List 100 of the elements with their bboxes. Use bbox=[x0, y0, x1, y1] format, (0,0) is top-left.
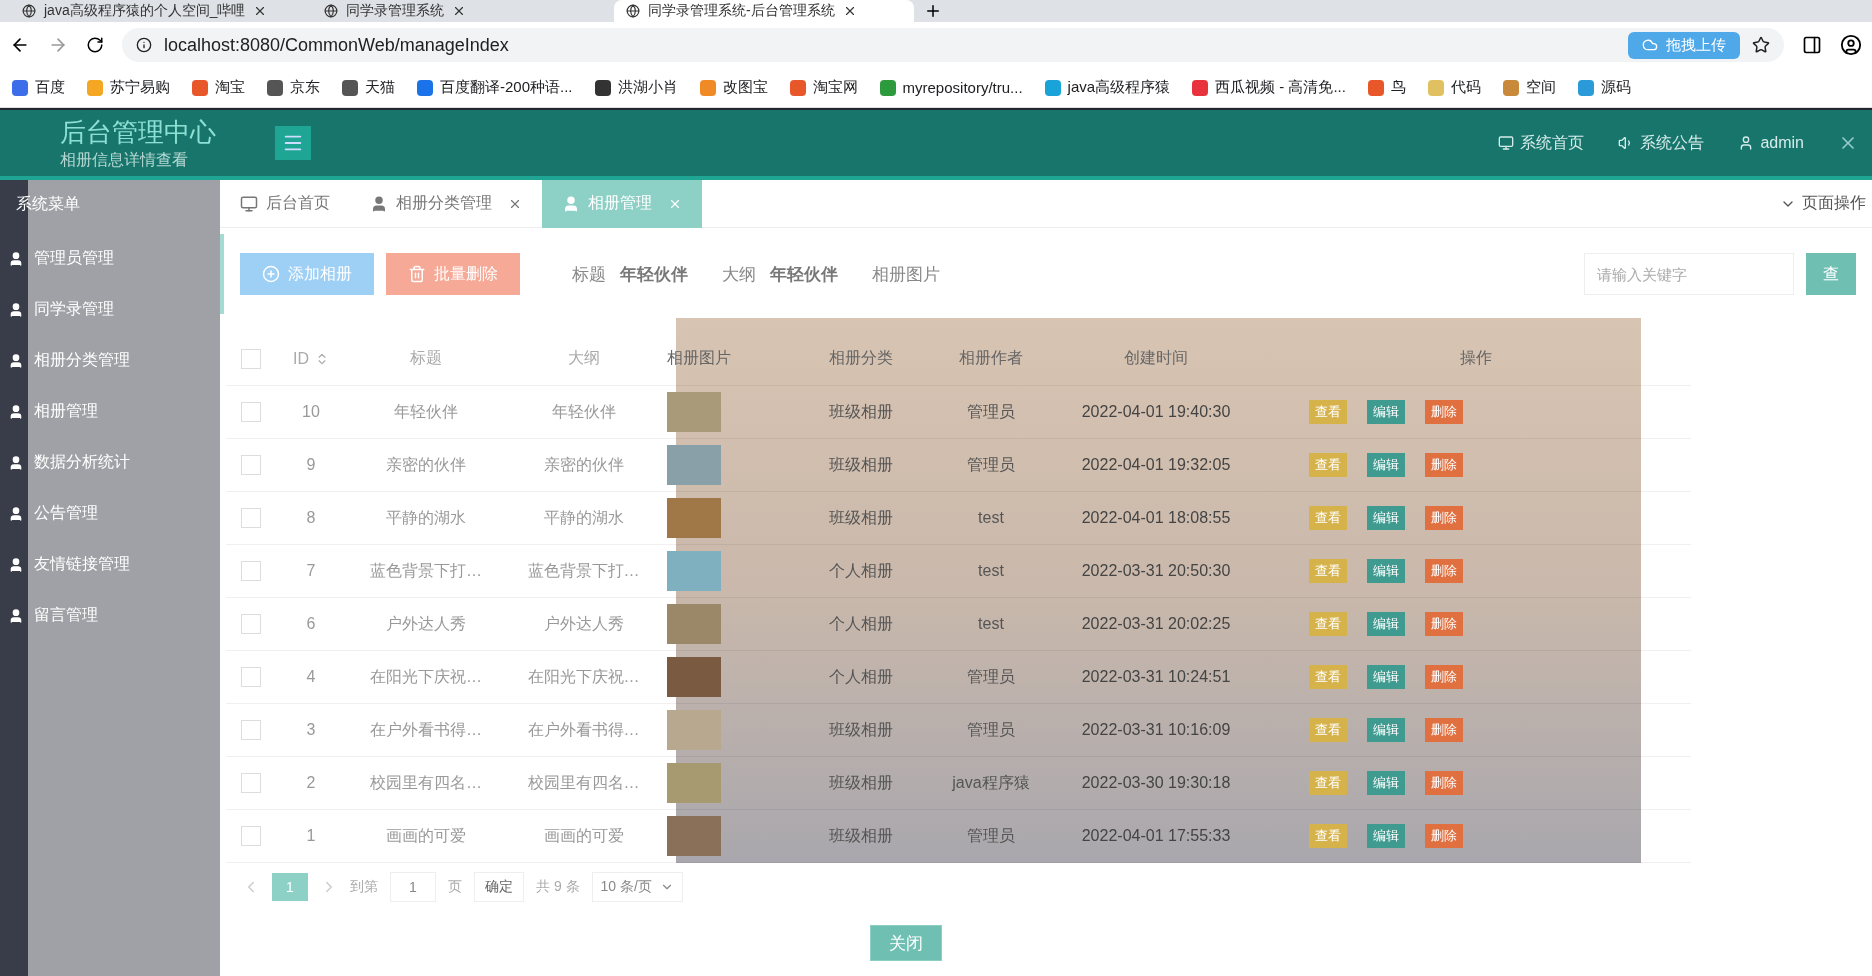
bookmark-item[interactable]: 淘宝 bbox=[192, 78, 245, 97]
sidebar-item[interactable]: 同学录管理 bbox=[0, 284, 220, 335]
checkbox[interactable] bbox=[241, 826, 261, 846]
browser-tab[interactable]: 同学录管理系统 bbox=[312, 0, 612, 22]
edit-button[interactable]: 编辑 bbox=[1367, 453, 1405, 477]
delete-button[interactable]: 删除 bbox=[1425, 506, 1463, 530]
delete-button[interactable]: 删除 bbox=[1425, 665, 1463, 689]
table-cell: 7 bbox=[306, 562, 316, 580]
view-button[interactable]: 查看 bbox=[1309, 453, 1347, 477]
edit-button[interactable]: 编辑 bbox=[1367, 400, 1405, 424]
delete-button[interactable]: 删除 bbox=[1425, 612, 1463, 636]
page-tab[interactable]: 相册分类管理 bbox=[350, 179, 542, 228]
checkbox[interactable] bbox=[241, 773, 261, 793]
browser-tab[interactable]: java高级程序猿的个人空间_哔哩 bbox=[10, 0, 310, 22]
checkbox[interactable] bbox=[241, 614, 261, 634]
edit-button[interactable]: 编辑 bbox=[1367, 665, 1405, 689]
checkbox[interactable] bbox=[241, 348, 261, 369]
edit-button[interactable]: 编辑 bbox=[1367, 506, 1405, 530]
edit-button[interactable]: 编辑 bbox=[1367, 559, 1405, 583]
delete-button[interactable]: 删除 bbox=[1425, 453, 1463, 477]
edit-button[interactable]: 编辑 bbox=[1367, 771, 1405, 795]
view-button[interactable]: 查看 bbox=[1309, 612, 1347, 636]
delete-button[interactable]: 批量删除 bbox=[386, 253, 520, 295]
bookmark-item[interactable]: java高级程序猿 bbox=[1044, 78, 1171, 97]
checkbox[interactable] bbox=[241, 561, 261, 581]
bookmark-item[interactable]: 西瓜视频 - 高清免... bbox=[1192, 78, 1346, 97]
search-button[interactable]: 查 bbox=[1806, 253, 1856, 295]
bookmark-item[interactable]: 改图宝 bbox=[699, 78, 768, 97]
sidebar-item[interactable]: 相册管理 bbox=[0, 386, 220, 437]
column-header[interactable]: ID bbox=[276, 332, 346, 386]
bookmark-item[interactable]: 代码 bbox=[1427, 78, 1481, 97]
checkbox[interactable] bbox=[241, 455, 261, 475]
page-ops-menu[interactable]: 页面操作 bbox=[1780, 193, 1872, 214]
edit-button[interactable]: 编辑 bbox=[1367, 824, 1405, 848]
sidebar-item[interactable]: 公告管理 bbox=[0, 488, 220, 539]
bookmark-item[interactable]: 百度 bbox=[12, 78, 65, 97]
bookmark-item[interactable]: 京东 bbox=[267, 78, 320, 97]
bookmark-item[interactable]: 淘宝网 bbox=[789, 78, 858, 97]
address-bar[interactable]: localhost:8080/CommonWeb/manageIndex 拖拽上传 bbox=[122, 28, 1784, 62]
menu-button[interactable] bbox=[275, 126, 311, 160]
sidebar-item[interactable]: 管理员管理 bbox=[0, 233, 220, 284]
delete-button[interactable]: 删除 bbox=[1425, 718, 1463, 742]
upload-badge[interactable]: 拖拽上传 bbox=[1628, 31, 1740, 59]
bookmark-item[interactable]: 苏宁易购 bbox=[87, 78, 170, 97]
view-button[interactable]: 查看 bbox=[1309, 506, 1347, 530]
page-input[interactable]: 1 bbox=[390, 872, 436, 902]
view-button[interactable]: 查看 bbox=[1309, 665, 1347, 689]
close-button[interactable]: 关闭 bbox=[870, 925, 942, 961]
checkbox[interactable] bbox=[241, 720, 261, 740]
sidebar-item[interactable]: 友情链接管理 bbox=[0, 539, 220, 590]
table-cell: 2022-04-01 19:32:05 bbox=[1081, 456, 1231, 474]
table-cell-text: 个人相册 bbox=[829, 613, 893, 634]
search-field[interactable]: 请输入关键字 bbox=[1584, 253, 1794, 295]
bookmark-item[interactable]: myrepository/tru... bbox=[879, 79, 1023, 96]
checkbox[interactable] bbox=[241, 402, 261, 422]
user-icon bbox=[370, 194, 388, 213]
browser-tab[interactable]: 同学录管理系统-后台管理系统 bbox=[614, 0, 914, 22]
delete-button[interactable]: 删除 bbox=[1425, 824, 1463, 848]
profile-icon[interactable] bbox=[1840, 34, 1862, 56]
sidebar-item[interactable]: 数据分析统计 bbox=[0, 437, 220, 488]
page-button[interactable]: 1 bbox=[272, 873, 308, 901]
side-panel-icon[interactable] bbox=[1802, 35, 1822, 55]
table-cell-text: 画画的可爱 bbox=[386, 825, 466, 846]
checkbox[interactable] bbox=[241, 508, 261, 528]
table-cell-text: 在阳光下庆祝… bbox=[370, 666, 482, 687]
bookmark-star-icon[interactable] bbox=[1752, 36, 1770, 54]
bookmark-item[interactable]: 空间 bbox=[1502, 78, 1556, 97]
table-cell-text: 亲密的伙伴 bbox=[386, 454, 466, 475]
view-button[interactable]: 查看 bbox=[1309, 559, 1347, 583]
page-size-select[interactable]: 10 条/页 bbox=[591, 872, 683, 902]
sidebar-item[interactable]: 相册分类管理 bbox=[0, 335, 220, 386]
table-cell-text: 画画的可爱 bbox=[543, 825, 624, 846]
bookmark-item[interactable]: 源码 bbox=[1577, 78, 1631, 97]
new-tab-icon[interactable] bbox=[924, 2, 942, 20]
delete-button[interactable]: 删除 bbox=[1425, 559, 1463, 583]
table-cell: 6 bbox=[306, 615, 316, 633]
nav-link[interactable]: 系统首页 bbox=[1498, 132, 1585, 154]
sidebar-item[interactable]: 留言管理 bbox=[0, 590, 220, 641]
bookmark-item[interactable]: 天猫 bbox=[342, 78, 395, 97]
delete-button[interactable]: 删除 bbox=[1425, 400, 1463, 424]
edit-button[interactable]: 编辑 bbox=[1367, 718, 1405, 742]
reload-icon[interactable] bbox=[86, 36, 104, 54]
nav-link[interactable]: admin bbox=[1738, 134, 1804, 152]
close-icon[interactable] bbox=[452, 4, 466, 18]
confirm-button[interactable]: 确定 bbox=[474, 872, 524, 902]
page-tab[interactable]: 后台首页 bbox=[220, 179, 350, 228]
page-tab[interactable]: 相册管理 bbox=[542, 179, 702, 228]
view-button[interactable]: 查看 bbox=[1309, 824, 1347, 848]
bookmark-item[interactable]: 百度翻译-200种语... bbox=[417, 78, 573, 97]
view-button[interactable]: 查看 bbox=[1309, 771, 1347, 795]
column-header: 相册图片 bbox=[661, 332, 791, 386]
view-button[interactable]: 查看 bbox=[1309, 400, 1347, 424]
bookmark-icon bbox=[342, 79, 358, 96]
bookmark-item[interactable]: 洪湖小肖 bbox=[594, 78, 678, 97]
edit-button[interactable]: 编辑 bbox=[1367, 612, 1405, 636]
bookmark-item[interactable]: 鸟 bbox=[1367, 78, 1406, 97]
nav-link[interactable]: 系统公告 bbox=[1618, 132, 1705, 154]
delete-button[interactable]: 删除 bbox=[1425, 771, 1463, 795]
checkbox[interactable] bbox=[241, 667, 261, 687]
view-button[interactable]: 查看 bbox=[1309, 718, 1347, 742]
